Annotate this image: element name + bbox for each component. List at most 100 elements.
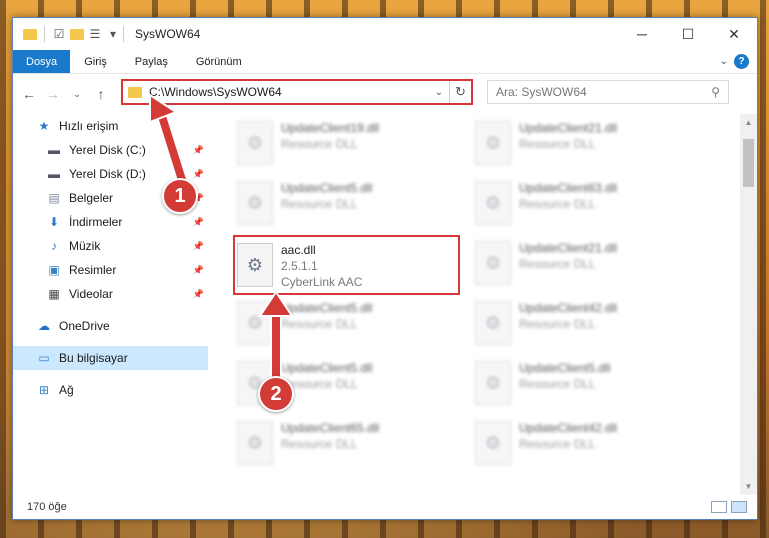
file-tile[interactable]: ⚙ UpdateClient5.dll Resource DLL	[231, 176, 457, 230]
ribbon-tabs: Dosya Giriş Paylaş Görünüm ⌄ ?	[13, 50, 757, 74]
sidebar-item-videos[interactable]: ▦ Videolar 📌	[13, 282, 208, 306]
pin-icon: 📌	[192, 240, 204, 251]
sidebar-item-label: Yerel Disk (D:)	[69, 167, 146, 181]
dll-file-icon: ⚙	[475, 181, 511, 225]
expand-ribbon-icon[interactable]: ⌄	[720, 56, 728, 67]
quick-access-toolbar: ☑ ☰ ▾	[13, 26, 120, 42]
dll-file-icon: ⚙	[237, 181, 273, 225]
sidebar-item-onedrive[interactable]: ☁ OneDrive	[13, 314, 208, 338]
sidebar-item-label: Hızlı erişim	[59, 119, 119, 133]
callout-step-1: 1	[162, 178, 198, 214]
tab-view[interactable]: Görünüm	[182, 50, 256, 73]
sidebar-item-network[interactable]: ⊞ Ağ	[13, 378, 208, 402]
dll-file-icon: ⚙	[237, 421, 273, 465]
file-tile[interactable]: ⚙ UpdateClient5.dll Resource DLL	[231, 296, 457, 350]
refresh-icon[interactable]: ↻	[449, 81, 471, 103]
forward-icon[interactable]: →	[43, 86, 63, 102]
minimize-button[interactable]: ─	[619, 18, 665, 50]
cloud-icon: ☁	[38, 319, 50, 333]
folder-icon	[23, 28, 37, 40]
file-tile[interactable]: ⚙ UpdateClient42.dll Resource DLL	[469, 296, 695, 350]
drive-icon: ▬	[48, 167, 60, 181]
file-name: UpdateClient5.dll	[519, 361, 611, 375]
details-view-icon[interactable]	[711, 501, 727, 513]
dll-file-icon: ⚙	[237, 301, 273, 345]
file-name: UpdateClient42.dll	[519, 301, 618, 315]
address-bar[interactable]: C:\Windows\SysWOW64 ⌄ ↻	[121, 79, 473, 105]
file-description: Resource DLL	[281, 437, 358, 451]
new-folder-icon[interactable]	[70, 28, 84, 40]
view-switcher	[711, 501, 757, 513]
customize-icon[interactable]: ☰	[88, 27, 102, 41]
maximize-button[interactable]: ☐	[665, 18, 711, 50]
help-icon[interactable]: ?	[734, 54, 749, 69]
window-title: SysWOW64	[135, 27, 201, 41]
selected-file-highlight	[233, 235, 460, 295]
dll-file-icon: ⚙	[475, 361, 511, 405]
dll-file-icon: ⚙	[237, 121, 273, 165]
address-dropdown-icon[interactable]: ⌄	[429, 87, 449, 98]
title-bar: ☑ ☰ ▾ SysWOW64 ─ ☐ ✕	[13, 18, 757, 50]
search-placeholder: Ara: SysWOW64	[496, 85, 587, 99]
sidebar-item-this-pc[interactable]: ▭ Bu bilgisayar	[13, 346, 208, 370]
up-icon[interactable]: ↑	[91, 86, 111, 102]
file-tile[interactable]: ⚙ UpdateClient19.dll Resource DLL	[231, 116, 457, 170]
sidebar-item-drive-c[interactable]: ▬ Yerel Disk (C:) 📌	[13, 138, 208, 162]
dll-file-icon: ⚙	[475, 241, 511, 285]
tab-home[interactable]: Giriş	[70, 50, 121, 73]
sidebar-item-music[interactable]: ♪ Müzik 📌	[13, 234, 208, 258]
sidebar-item-label: Ağ	[59, 383, 74, 397]
close-button[interactable]: ✕	[711, 18, 757, 50]
file-tile[interactable]: ⚙ UpdateClient65.dll Resource DLL	[231, 416, 457, 470]
file-name: UpdateClient5.dll	[281, 181, 373, 195]
dropdown-icon[interactable]: ▾	[106, 27, 120, 41]
scroll-down-icon[interactable]: ▼	[740, 478, 757, 495]
title-separator	[123, 26, 124, 42]
sidebar-item-label: İndirmeler	[69, 215, 123, 229]
navigation-pane: ★ Hızlı erişim ▬ Yerel Disk (C:) 📌 ▬ Yer…	[13, 114, 208, 495]
video-icon: ▦	[48, 287, 60, 301]
scroll-up-icon[interactable]: ▲	[740, 114, 757, 131]
address-path[interactable]: C:\Windows\SysWOW64	[149, 85, 429, 99]
search-icon[interactable]: ⚲	[711, 85, 720, 99]
recent-locations-icon[interactable]: ⌄	[67, 89, 87, 100]
sidebar-item-label: Yerel Disk (C:)	[69, 143, 146, 157]
sidebar-item-quick-access[interactable]: ★ Hızlı erişim	[13, 114, 208, 138]
vertical-scrollbar[interactable]: ▲ ▼	[740, 114, 757, 495]
sidebar-item-label: Bu bilgisayar	[59, 351, 128, 365]
tab-file[interactable]: Dosya	[13, 50, 71, 73]
sidebar-item-pictures[interactable]: ▣ Resimler 📌	[13, 258, 208, 282]
network-icon: ⊞	[38, 383, 50, 397]
file-tile[interactable]: ⚙ UpdateClient21.dll Resource DLL	[469, 116, 695, 170]
file-name: UpdateClient42.dll	[519, 421, 618, 435]
file-tile[interactable]: ⚙ UpdateClient42.dll Resource DLL	[469, 416, 695, 470]
large-icons-view-icon[interactable]	[731, 501, 747, 513]
window-controls: ─ ☐ ✕	[619, 18, 757, 50]
address-folder-icon	[128, 86, 142, 98]
tab-share[interactable]: Paylaş	[121, 50, 182, 73]
file-description: Resource DLL	[281, 377, 358, 391]
file-tile[interactable]: ⚙ UpdateClient5.dll Resource DLL	[469, 356, 695, 410]
pin-icon: 📌	[192, 288, 204, 299]
download-icon: ⬇	[48, 215, 60, 229]
file-description: Resource DLL	[519, 197, 596, 211]
file-name: UpdateClient5.dll	[281, 301, 373, 315]
file-description: Resource DLL	[281, 137, 358, 151]
dll-file-icon: ⚙	[475, 121, 511, 165]
music-icon: ♪	[51, 239, 57, 253]
computer-icon: ▭	[38, 351, 50, 365]
file-description: Resource DLL	[519, 437, 596, 451]
file-view: ⚙ UpdateClient19.dll Resource DLL ⚙ Updat…	[209, 114, 740, 495]
pin-icon: 📌	[192, 168, 204, 179]
documents-icon: ▤	[48, 191, 60, 205]
back-icon[interactable]: ←	[19, 86, 39, 102]
properties-icon[interactable]: ☑	[52, 27, 66, 41]
file-tile[interactable]: ⚙ UpdateClient63.dll Resource DLL	[469, 176, 695, 230]
sidebar-item-label: Resimler	[69, 263, 117, 277]
scroll-thumb[interactable]	[743, 139, 754, 187]
pin-icon: 📌	[192, 216, 204, 227]
file-tile[interactable]: ⚙ UpdateClient21.dll Resource DLL	[469, 236, 695, 290]
file-description: Resource DLL	[519, 317, 596, 331]
search-box[interactable]: Ara: SysWOW64 ⚲	[487, 80, 729, 104]
